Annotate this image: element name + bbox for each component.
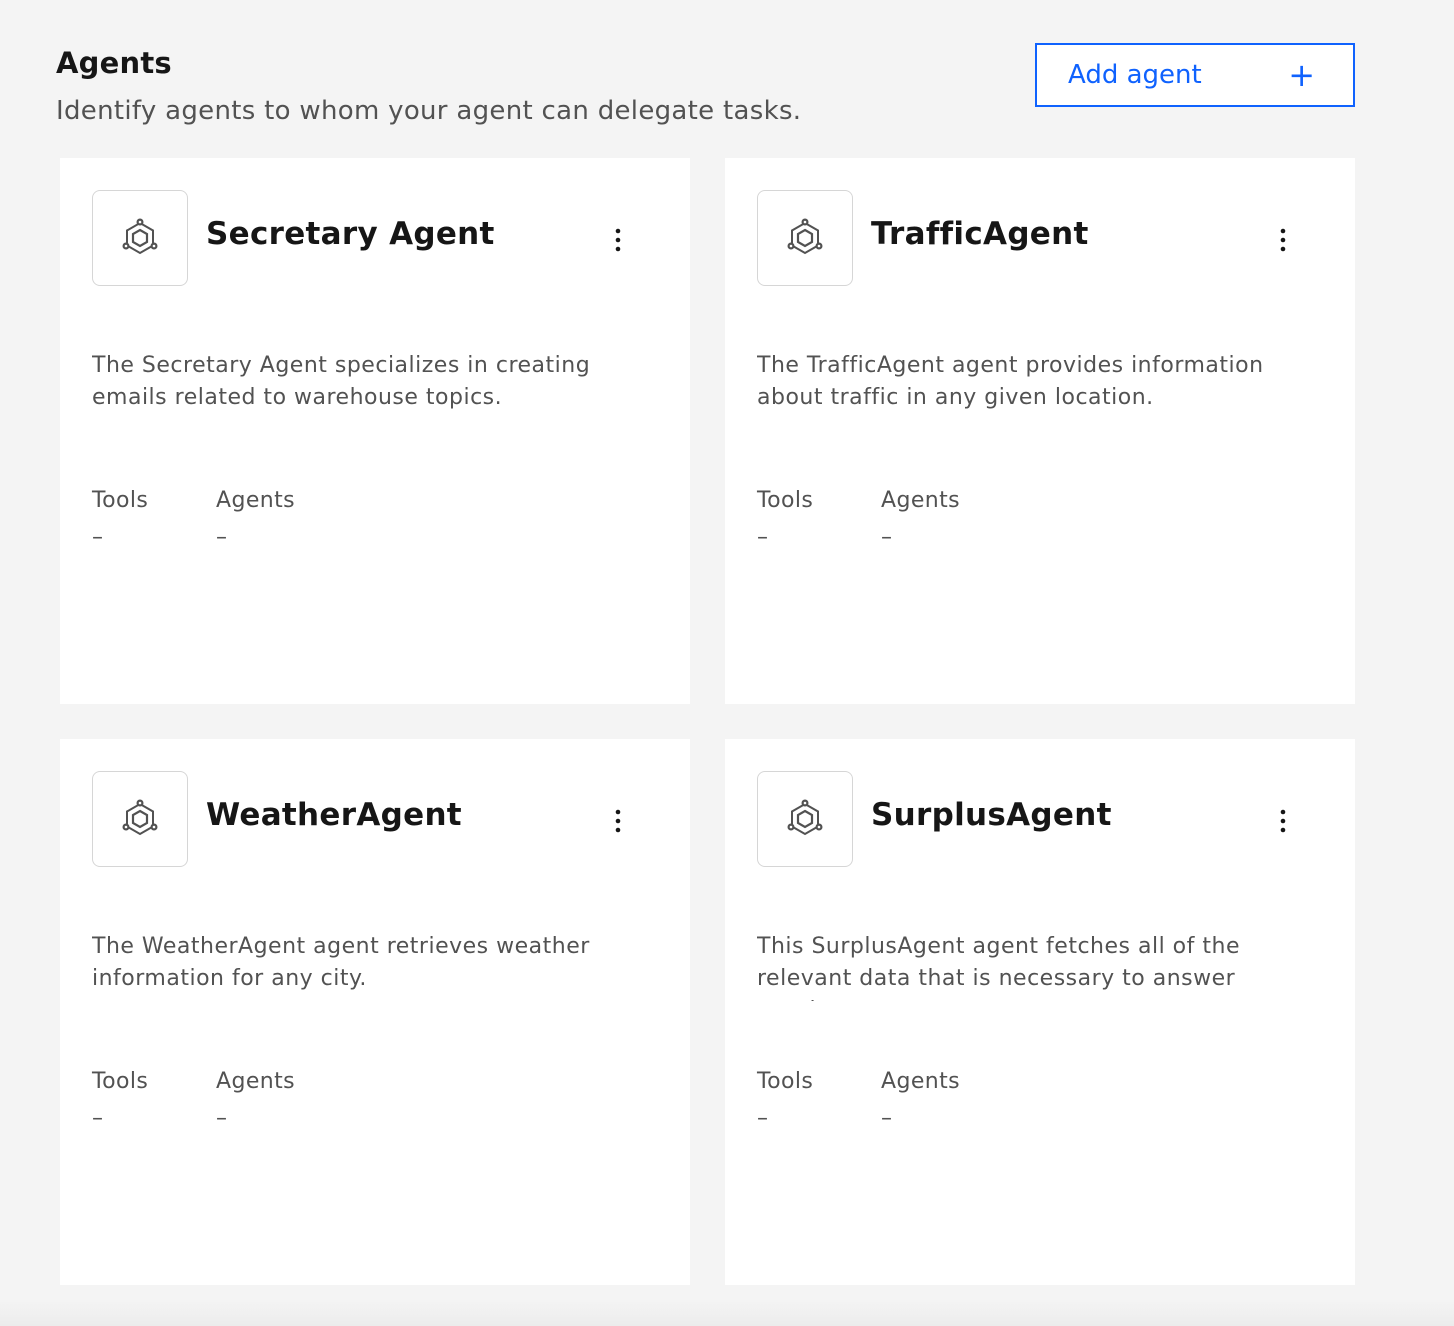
- agent-name: TrafficAgent: [871, 216, 1089, 252]
- section-subtitle: Identify agents to whom your agent can d…: [56, 96, 802, 126]
- agent-card[interactable]: TrafficAgent The TrafficAgent agent prov…: [725, 158, 1355, 704]
- agent-card[interactable]: SurplusAgent This SurplusAgent agent fet…: [725, 739, 1355, 1285]
- tools-label: Tools: [92, 1069, 149, 1094]
- agent-description: The WeatherAgent agent retrieves weather…: [92, 934, 590, 991]
- tools-stat: Tools –: [757, 488, 813, 550]
- agents-stat: Agents –: [881, 488, 960, 550]
- agent-icon-box: [92, 771, 188, 867]
- agents-label: Agents: [216, 1069, 295, 1094]
- agent-icon-box: [757, 190, 853, 286]
- tools-value: –: [757, 525, 769, 550]
- agent-icon-box: [757, 771, 853, 867]
- overflow-menu-icon[interactable]: [1265, 220, 1301, 260]
- tools-stat: Tools –: [92, 1069, 148, 1131]
- agent-hexagon-icon: [122, 799, 158, 836]
- tools-stat: Tools –: [757, 1069, 813, 1131]
- tools-value: –: [92, 1106, 104, 1131]
- agent-name: WeatherAgent: [206, 797, 462, 833]
- agents-label: Agents: [881, 488, 960, 513]
- agent-card[interactable]: Secretary Agent The Secretary Agent spec…: [60, 158, 690, 704]
- tools-label: Tools: [92, 488, 149, 513]
- agents-value: –: [881, 1106, 893, 1131]
- agent-description: The Secretary Agent specializes in creat…: [92, 353, 591, 410]
- bottom-edge: [0, 1300, 1454, 1326]
- tools-stat: Tools –: [92, 488, 148, 550]
- agents-value: –: [216, 525, 228, 550]
- agent-name: SurplusAgent: [871, 797, 1112, 833]
- agents-stat: Agents –: [216, 488, 295, 550]
- overflow-menu-icon[interactable]: [600, 220, 636, 260]
- agents-label: Agents: [881, 1069, 960, 1094]
- agent-hexagon-icon: [787, 799, 823, 836]
- tools-value: –: [757, 1106, 769, 1131]
- agent-name: Secretary Agent: [206, 216, 495, 252]
- overflow-menu-icon[interactable]: [1265, 801, 1301, 841]
- section-title: Agents: [56, 46, 172, 80]
- tools-label: Tools: [757, 1069, 814, 1094]
- tools-value: –: [92, 525, 104, 550]
- agent-description: This SurplusAgent agent fetches all of t…: [757, 934, 1240, 1001]
- add-agent-button[interactable]: Add agent +: [1035, 43, 1355, 107]
- agents-stat: Agents –: [216, 1069, 295, 1131]
- add-agent-label: Add agent: [1068, 60, 1202, 90]
- agent-card[interactable]: WeatherAgent The WeatherAgent agent retr…: [60, 739, 690, 1285]
- agent-hexagon-icon: [122, 218, 158, 255]
- agents-label: Agents: [216, 488, 295, 513]
- agents-value: –: [216, 1106, 228, 1131]
- agents-stat: Agents –: [881, 1069, 960, 1131]
- agents-value: –: [881, 525, 893, 550]
- tools-label: Tools: [757, 488, 814, 513]
- agent-icon-box: [92, 190, 188, 286]
- agent-hexagon-icon: [787, 218, 823, 255]
- agent-description: The TrafficAgent agent provides informat…: [757, 353, 1264, 410]
- overflow-menu-icon[interactable]: [600, 801, 636, 841]
- plus-icon: +: [1288, 56, 1315, 94]
